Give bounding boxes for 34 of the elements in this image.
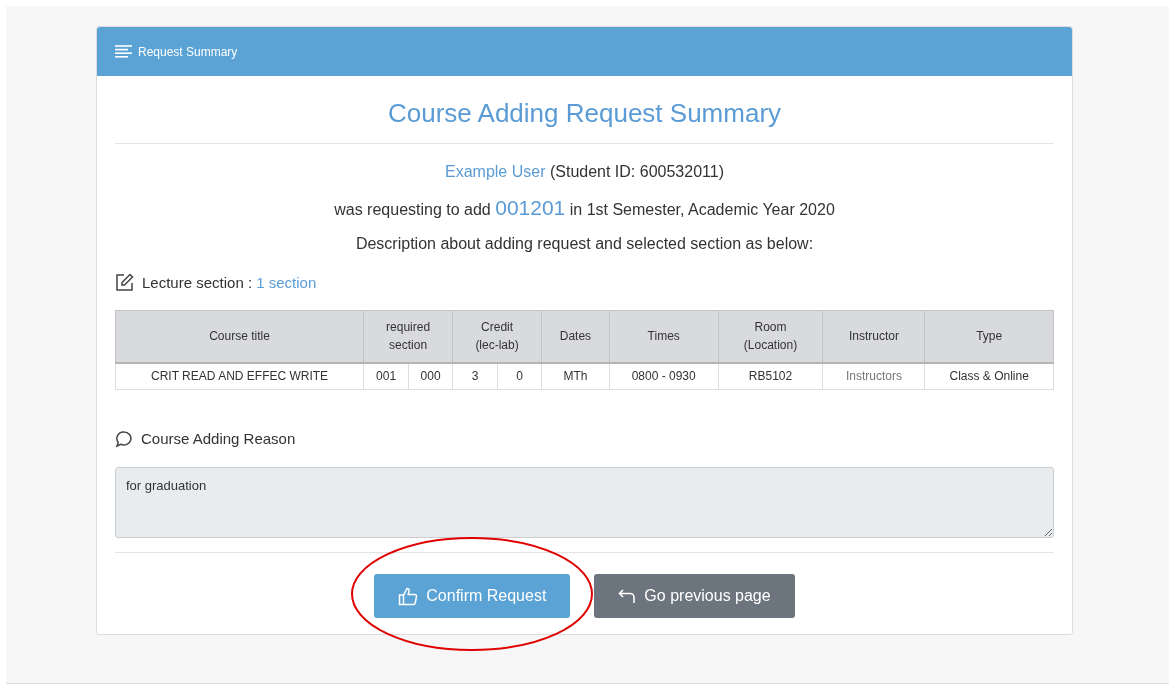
comment-icon — [115, 430, 133, 449]
column-header: Instructor — [823, 310, 925, 363]
column-header: Course title — [115, 310, 364, 363]
reason-field[interactable]: for graduation — [115, 466, 1054, 538]
column-header: required section — [363, 310, 453, 363]
column-header: Dates — [541, 310, 610, 363]
student-info: Example User (Student ID: 600532011) — [445, 163, 724, 180]
reason-label: Course Adding Reason — [141, 429, 296, 449]
table-cell-text: 3 — [470, 368, 480, 386]
table-cell: CRIT READ AND EFFEC WRITE — [115, 362, 364, 390]
request-text: was requesting to add 001201 in 1st Semester, Academic Year 2020 — [334, 201, 835, 218]
lecture-section-label: Lecture section : 1 section — [142, 272, 317, 293]
page-title: Course Adding Request Summary — [387, 98, 782, 128]
back-button[interactable]: Go previous page — [594, 574, 795, 618]
description-text: Description about adding request and selected section as below: — [355, 234, 814, 252]
column-header: Room (Location) — [718, 310, 823, 363]
table-cell: MTh — [541, 362, 610, 390]
edit-icon — [115, 273, 134, 293]
card-title: Request Summary — [138, 43, 238, 61]
menu-icon — [115, 45, 132, 58]
table-cell: 0 — [497, 363, 542, 389]
thumbs-up-icon — [398, 586, 419, 606]
user-link[interactable]: Example User — [445, 163, 546, 180]
section-count-link[interactable]: 1 section — [256, 273, 317, 291]
table-cell: 000 — [408, 363, 453, 389]
column-header: Times — [609, 310, 719, 363]
table-cell: RB5102 — [718, 362, 823, 390]
table-cell-text: 001 — [375, 368, 398, 386]
table-cell: 0800 - 0930 — [609, 362, 719, 390]
confirm-button[interactable]: Confirm Request — [374, 574, 571, 618]
column-header: Type — [924, 310, 1054, 363]
column-header: Credit (lec-lab) — [452, 310, 542, 363]
back-arrow-icon — [618, 588, 637, 604]
table-cell: Class & Online — [924, 362, 1054, 390]
